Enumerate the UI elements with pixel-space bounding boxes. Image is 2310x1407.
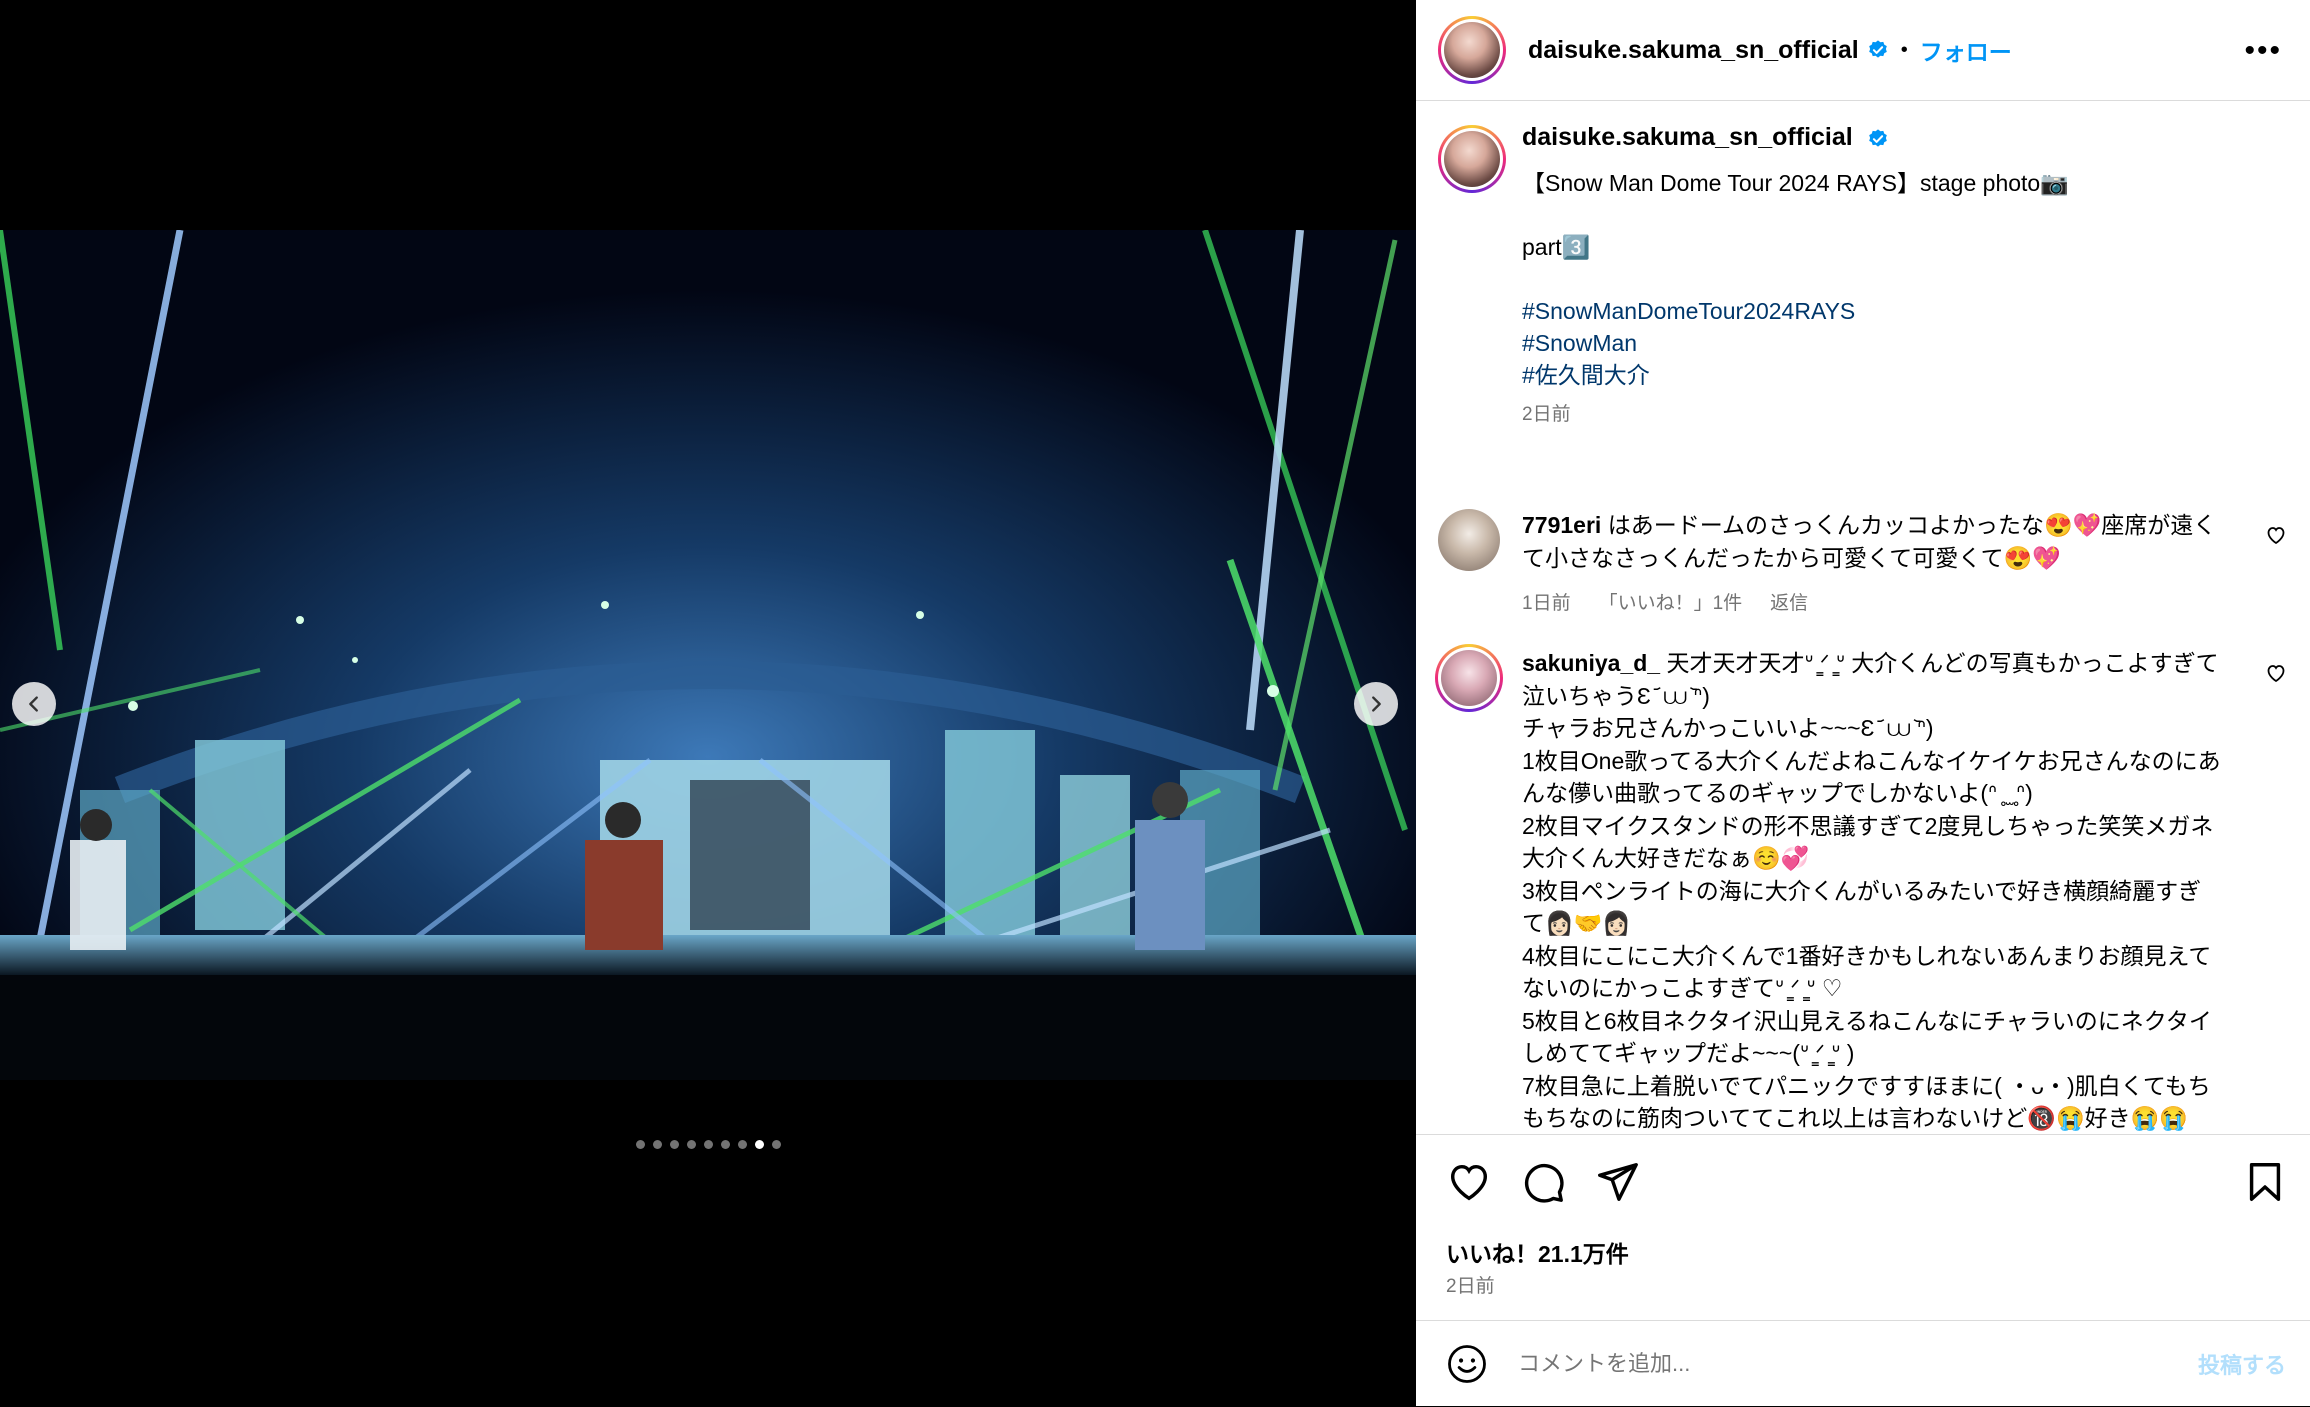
comment-text-line: 5枚目と6枚目ネクタイ沢山見えるねこんなにチャラいのにネクタイしめててギャップだ… — [1522, 1007, 2212, 1067]
like-comment-heart-icon[interactable] — [2264, 523, 2288, 547]
comment-text-line: 3枚目ペンライトの海に大介くんがいるみたいで好き横顔綺麗すぎて👩🏻‍🤝‍👩🏻 — [1522, 877, 2202, 937]
carousel-dot — [652, 1140, 662, 1149]
caption-username[interactable]: daisuke.sakuma_sn_official — [1522, 123, 1853, 151]
chevron-left-icon — [29, 696, 38, 712]
carousel-dot — [686, 1140, 696, 1149]
carousel-dot — [703, 1140, 713, 1149]
comment-text: はあードームのさっくんカッコよかったな😍💖座席が遠くて小さなさっくんだったから可… — [1522, 512, 2217, 571]
hashtag-link[interactable]: #SnowMan — [1522, 327, 2262, 359]
comment-likes[interactable]: 「いいね！」1件 — [1599, 588, 1743, 621]
hashtag-link[interactable]: #SnowManDomeTour2024RAYS — [1522, 295, 2262, 327]
caption-timestamp: 2日前 — [1522, 404, 1571, 425]
chevron-right-icon — [1372, 696, 1381, 712]
caption-title: 【Snow Man Dome Tour 2024 RAYS】stage phot… — [1522, 170, 2069, 196]
comment-text-line: 7枚目急に上着脱いでてパニックですすほまに( ・ᴗ・)肌白くてもちもちなのに筋肉… — [1522, 1072, 2211, 1132]
post-actions: いいね！21.1万件 2日前 — [1416, 1134, 2310, 1311]
like-heart-icon[interactable] — [1446, 1159, 1492, 1205]
commenter-avatar[interactable] — [1435, 644, 1503, 712]
comment-text-line: 2枚目マイクスタンドの形不思議すぎて2度見しちゃった笑笑メガネ大介くん大好きだな… — [1522, 812, 2214, 872]
carousel-indicator — [0, 1140, 1416, 1149]
carousel-dot-active — [754, 1140, 764, 1149]
comments-scroll-area[interactable]: daisuke.sakuma_sn_official 【Snow Man Dom… — [1416, 101, 2310, 1133]
reply-button[interactable]: 返信 — [1770, 588, 1808, 621]
post-header: daisuke.sakuma_sn_official • フォロー ••• — [1416, 0, 2310, 101]
comment-username[interactable]: 7791eri — [1522, 512, 1601, 538]
caption-avatar[interactable] — [1438, 125, 1506, 193]
carousel-dot — [635, 1140, 645, 1149]
more-options-icon[interactable]: ••• — [2244, 34, 2282, 68]
comment-text-line: 1枚目One歌ってる大介くんだよねこんなイケイケお兄さんなのにあんな儚い曲歌って… — [1522, 747, 2221, 807]
comment-bar: 投稿する — [1416, 1320, 2310, 1407]
comment-text-line: チャラお兄さんかっこいいよ~~~Ɛ ᷄ ⩊ ᷅ᐢ) — [1522, 715, 1934, 741]
header-separator: • — [1900, 38, 1908, 61]
follow-button[interactable]: フォロー — [1920, 33, 2012, 67]
previous-photo-button[interactable] — [12, 682, 56, 726]
carousel-dot — [771, 1140, 781, 1149]
hashtag-link[interactable]: #佐久間大介 — [1522, 359, 2262, 391]
comment-text-line: 4枚目にこにこ大介くんで1番好きかもしれないあんまりお顔見えてないのにかっこよす… — [1522, 942, 2212, 1002]
carousel-dot — [720, 1140, 730, 1149]
emoji-icon[interactable] — [1446, 1343, 1488, 1385]
comment-bubble-icon[interactable] — [1520, 1159, 1566, 1205]
comment-time: 1日前 — [1522, 593, 1571, 614]
caption-part: part3️⃣ — [1522, 234, 1591, 260]
verified-badge-icon — [1868, 40, 1887, 58]
share-send-icon[interactable] — [1594, 1159, 1640, 1205]
author-avatar[interactable] — [1438, 16, 1506, 84]
commenter-avatar[interactable] — [1438, 509, 1500, 571]
post-panel: daisuke.sakuma_sn_official • フォロー ••• da… — [1416, 0, 2310, 1406]
like-count[interactable]: いいね！21.1万件 — [1446, 1235, 1629, 1269]
add-comment-input[interactable] — [1516, 1350, 2160, 1378]
like-comment-heart-icon[interactable] — [2264, 661, 2288, 685]
next-photo-button[interactable] — [1354, 682, 1398, 726]
save-bookmark-icon[interactable] — [2242, 1159, 2288, 1205]
post-date: 2日前 — [1446, 1276, 1495, 1297]
carousel-dot — [737, 1140, 747, 1149]
carousel-dot — [669, 1140, 679, 1149]
comment-username[interactable]: sakuniya_d_ — [1522, 650, 1660, 676]
post-comment-button[interactable]: 投稿する — [2198, 1348, 2286, 1380]
verified-badge-icon — [1869, 129, 1887, 147]
author-username[interactable]: daisuke.sakuma_sn_official — [1528, 36, 1859, 65]
media-viewer — [0, 0, 1416, 1406]
post-photo[interactable] — [0, 230, 1416, 1080]
